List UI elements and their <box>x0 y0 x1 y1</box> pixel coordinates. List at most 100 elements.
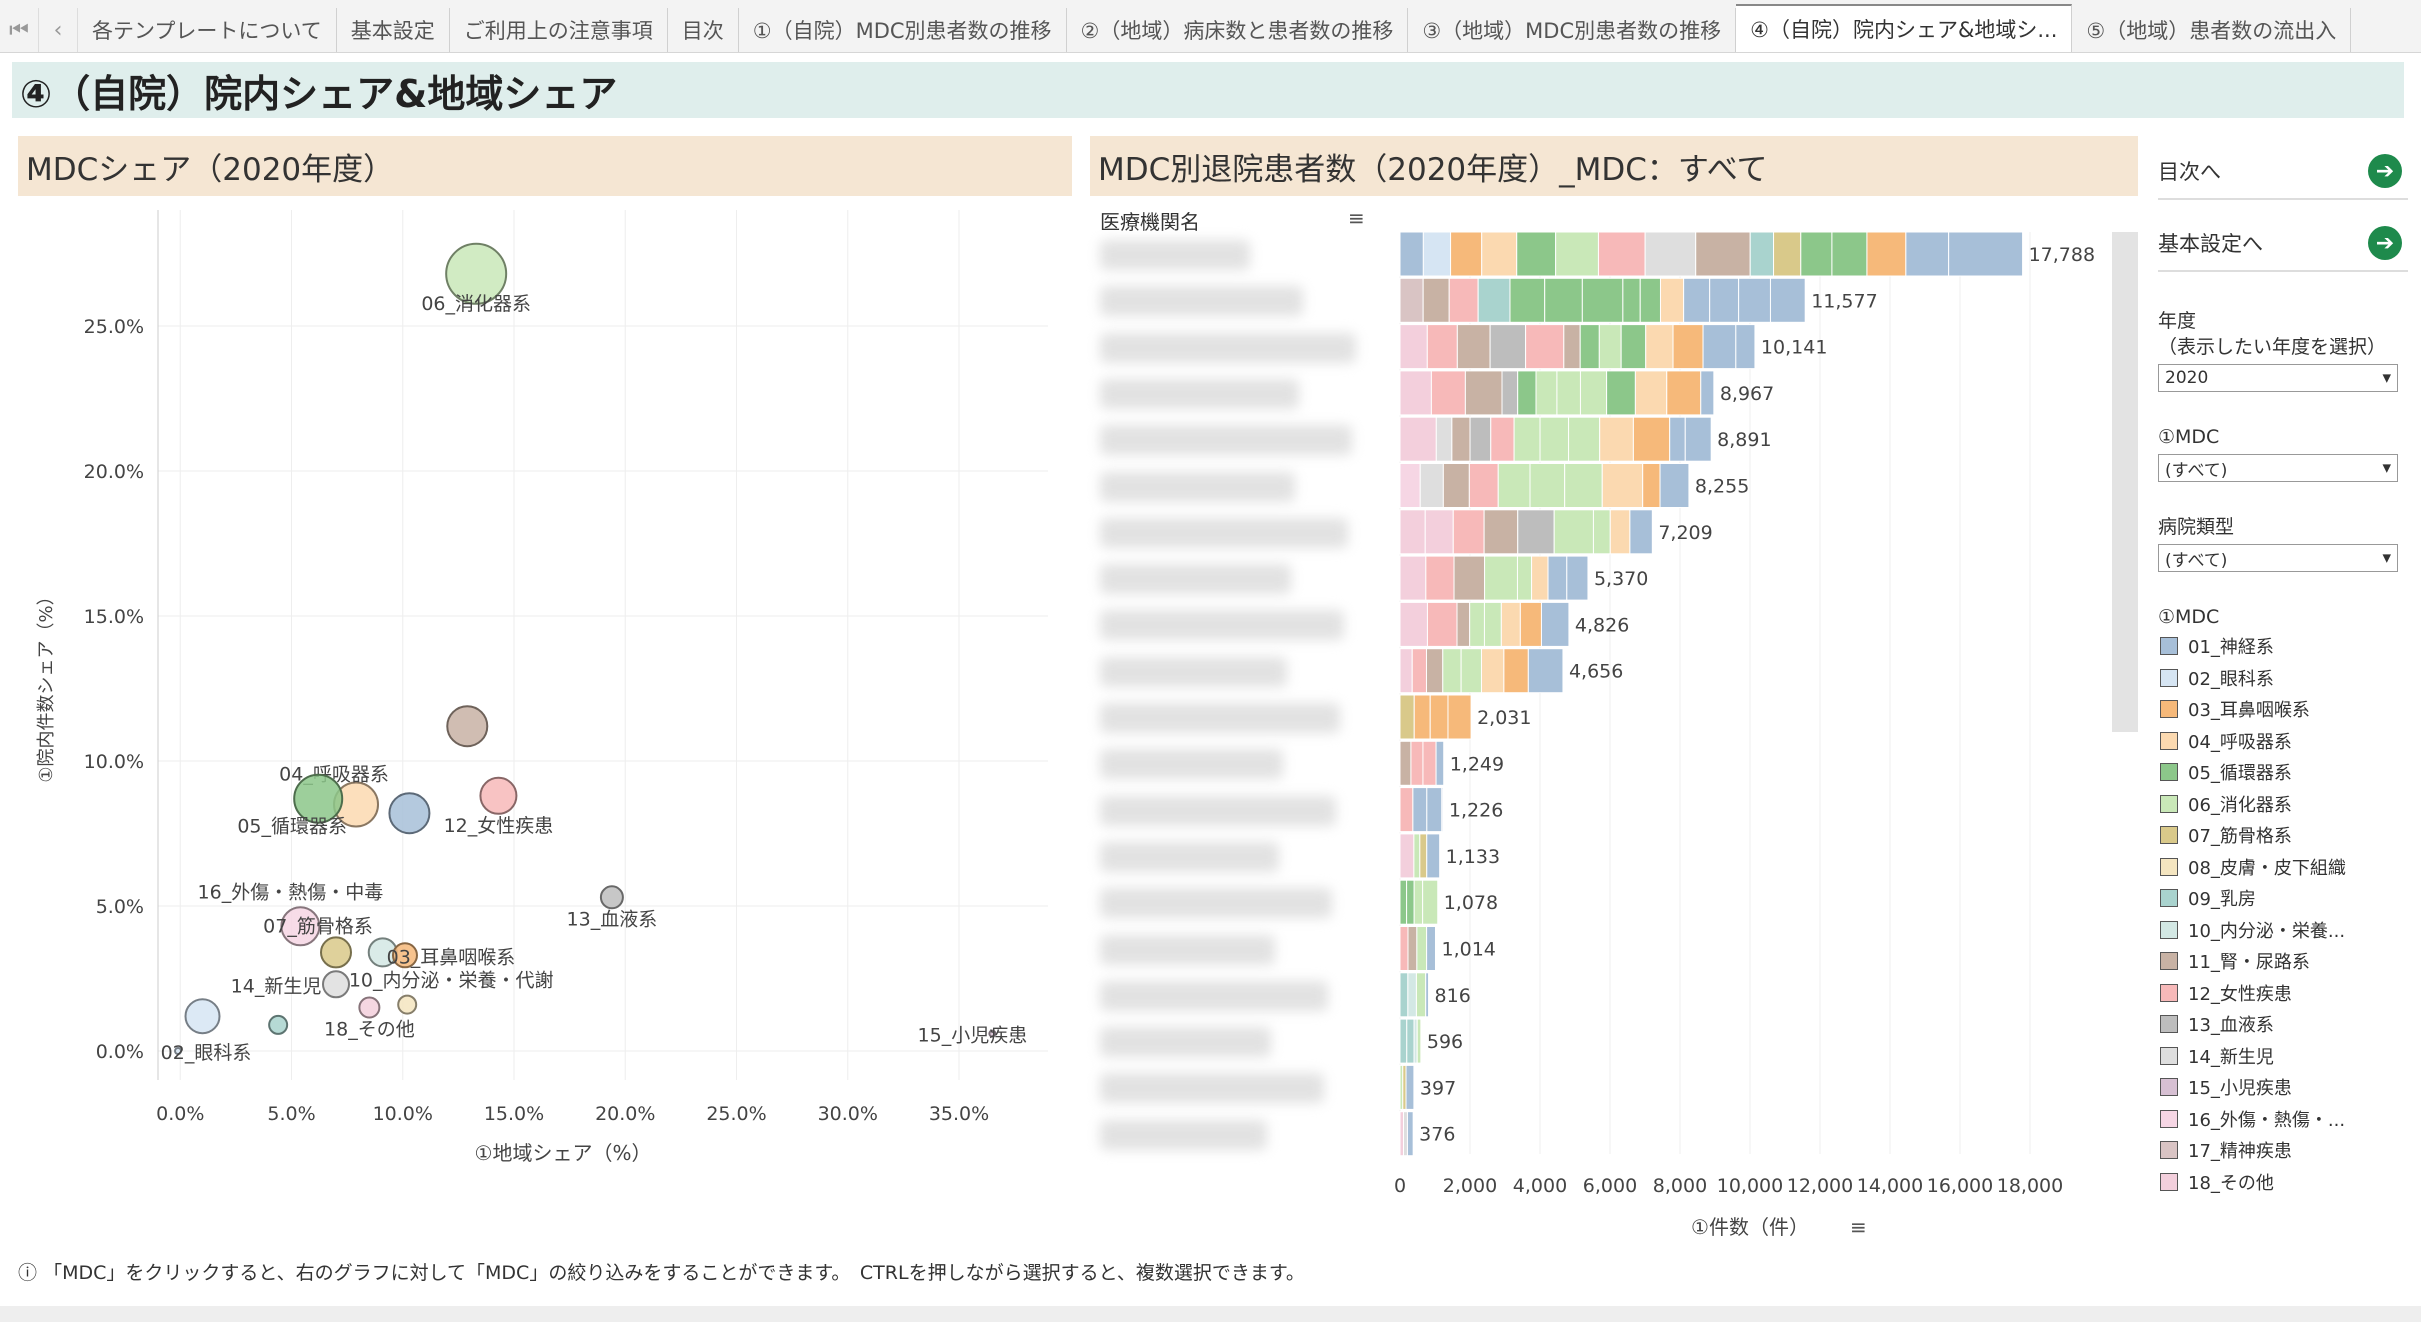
tab-notes[interactable]: ご利用上の注意事項 <box>450 8 668 52</box>
legend-label: 15_小児疾患 <box>2188 1078 2292 1099</box>
legend-item[interactable]: 03_耳鼻咽喉系 <box>2160 697 2310 721</box>
toc-link[interactable]: 目次へ ➔ <box>2158 144 2408 200</box>
year-select[interactable]: 2020 ▾ <box>2158 364 2398 392</box>
bar-segment <box>1405 1064 1415 1110</box>
legend-item[interactable]: 01_神経系 <box>2160 634 2274 658</box>
scatter-point-label: 18_その他 <box>324 1019 415 1041</box>
tab-4-active[interactable]: ④（自院）院内シェア&地域シ... <box>1736 4 2073 52</box>
legend-item[interactable]: 05_循環器系 <box>2160 760 2292 784</box>
legend-item[interactable]: 10_内分泌・栄養... <box>2160 918 2345 942</box>
settings-link[interactable]: 基本設定へ ➔ <box>2158 216 2408 272</box>
prev-tab-icon[interactable]: ‹ <box>39 8 78 52</box>
bar-segment <box>1683 277 1711 323</box>
legend-label: 07_筋骨格系 <box>2188 826 2292 847</box>
legend-item[interactable]: 08_皮膚・皮下組織 <box>2160 855 2346 879</box>
legend-item[interactable]: 04_呼吸器系 <box>2160 729 2292 753</box>
legend-label: 16_外傷・熱傷・... <box>2188 1109 2346 1131</box>
bar-segment <box>1684 416 1712 462</box>
bar-segment <box>1606 370 1636 416</box>
tab-3[interactable]: ③（地域）MDC別患者数の推移 <box>1408 8 1737 52</box>
year-filter-label: 年度 <box>2158 310 2197 332</box>
tab-templates[interactable]: 各テンプレートについて <box>78 8 337 52</box>
x-tick-label: 5.0% <box>267 1103 315 1125</box>
scrollbar <box>2112 232 2138 732</box>
scatter-point[interactable] <box>388 792 431 835</box>
legend-item[interactable]: 07_筋骨格系 <box>2160 823 2292 847</box>
bar-segment <box>1540 601 1570 647</box>
scatter-point[interactable] <box>599 885 624 910</box>
bar-value-label: 11,577 <box>1811 290 1877 312</box>
mdc-select[interactable]: (すべて) ▾ <box>2158 454 2398 482</box>
bar-segment <box>1399 879 1408 925</box>
scatter-point[interactable] <box>446 705 489 748</box>
scatter-point[interactable] <box>320 936 352 969</box>
hospital-name-redacted <box>1100 240 1250 270</box>
legend-item[interactable]: 15_小児疾患 <box>2160 1075 2292 1099</box>
tab-toc[interactable]: 目次 <box>668 8 739 52</box>
scatter-point-label: 13_血液系 <box>567 908 658 930</box>
legend-item[interactable]: 06_消化器系 <box>2160 792 2292 816</box>
bar-segment <box>1406 879 1415 925</box>
legend-swatch <box>2160 983 2178 1002</box>
footnote: ⓘ 「MDC」をクリックすると、右のグラフに対して「MDC」の絞り込みをすること… <box>18 1258 1305 1285</box>
legend-item[interactable]: 12_女性疾患 <box>2160 981 2292 1005</box>
bar-segment <box>1399 926 1409 971</box>
tab-basic-settings[interactable]: 基本設定 <box>337 8 450 52</box>
bar-segment <box>1568 416 1601 462</box>
footnote-text: 「MDC」をクリックすると、右のグラフに対して「MDC」の絞り込みをすることがで… <box>43 1262 1305 1284</box>
tab-1[interactable]: ①（自院）MDC別患者数の推移 <box>739 8 1067 52</box>
bar-segment <box>1399 277 1424 323</box>
bar-segment <box>1464 370 1503 416</box>
x-tick-label: 10.0% <box>373 1103 433 1125</box>
bar-segment <box>1483 601 1502 647</box>
bar-segment <box>1468 463 1499 508</box>
tab-5[interactable]: ⑤（地域）患者数の流出入 <box>2072 8 2352 52</box>
bar-segment <box>1489 324 1527 370</box>
bar-segment <box>1399 509 1426 555</box>
scatter-point[interactable] <box>322 970 350 999</box>
bar-value-label: 397 <box>1420 1077 1456 1099</box>
bar-segment <box>1773 231 1802 277</box>
bar-segment <box>1566 555 1589 601</box>
mdc-share-scatter[interactable]: 0.0% 5.0% 10.0% 15.0% 20.0% 25.0% 30.0% 35.0% 0.… <box>18 200 1072 1240</box>
page-header: ④（自院）院内シェア&地域シェア <box>12 62 2404 118</box>
bar-value-label: 1,014 <box>1441 939 1495 961</box>
legend-item[interactable]: 16_外傷・熱傷・... <box>2160 1107 2345 1131</box>
bar-segment <box>1469 601 1485 647</box>
scatter-point-label: 16_外傷・熱傷・中毒 <box>198 881 384 903</box>
legend-item[interactable]: 17_精神疾患 <box>2160 1138 2292 1162</box>
scatter-point[interactable] <box>397 994 418 1015</box>
hospital-type-select[interactable]: (すべて) ▾ <box>2158 544 2398 572</box>
bar-value-label: 596 <box>1427 1031 1463 1053</box>
legend-item[interactable]: 11_腎・尿路系 <box>2160 949 2310 973</box>
legend-item[interactable]: 09_乳房 <box>2160 886 2256 910</box>
legend-item[interactable]: 13_血液系 <box>2160 1012 2274 1036</box>
bar-segment <box>1429 694 1449 740</box>
scatter-point-label: 06_消化器系 <box>421 293 531 315</box>
bar-segment <box>1529 463 1566 508</box>
bar-segment <box>1453 555 1486 601</box>
legend-item[interactable]: 02_眼科系 <box>2160 666 2274 690</box>
legend-item[interactable]: 14_新生児 <box>2160 1044 2274 1068</box>
bar-segment <box>1632 416 1671 462</box>
bar-segment <box>1430 370 1466 416</box>
bar-segment <box>1516 231 1557 277</box>
legend-swatch <box>2160 794 2178 813</box>
y-tick-label: 20.0% <box>84 461 144 483</box>
x-tick-label: 14,000 <box>1857 1175 1923 1197</box>
legend-item[interactable]: 18_その他 <box>2160 1170 2274 1194</box>
bar-segment <box>1556 370 1581 416</box>
mdc-filter-label: ①MDC <box>2158 426 2220 448</box>
bar-segment <box>1426 926 1436 971</box>
tab-2[interactable]: ②（地域）病床数と患者数の推移 <box>1067 8 1409 52</box>
year-select-value: 2020 <box>2165 368 2209 388</box>
first-tab-icon[interactable]: ⏮ <box>0 8 39 52</box>
hospital-name-redacted <box>1100 980 1328 1011</box>
toc-link-label: 目次へ <box>2158 160 2221 184</box>
scatter-point[interactable] <box>184 998 221 1035</box>
scatter-point[interactable] <box>479 776 518 815</box>
scatter-point[interactable] <box>358 996 381 1019</box>
scatter-point[interactable] <box>268 1014 289 1035</box>
hospital-name-redacted <box>1100 841 1279 872</box>
bar-segment <box>1517 370 1537 416</box>
